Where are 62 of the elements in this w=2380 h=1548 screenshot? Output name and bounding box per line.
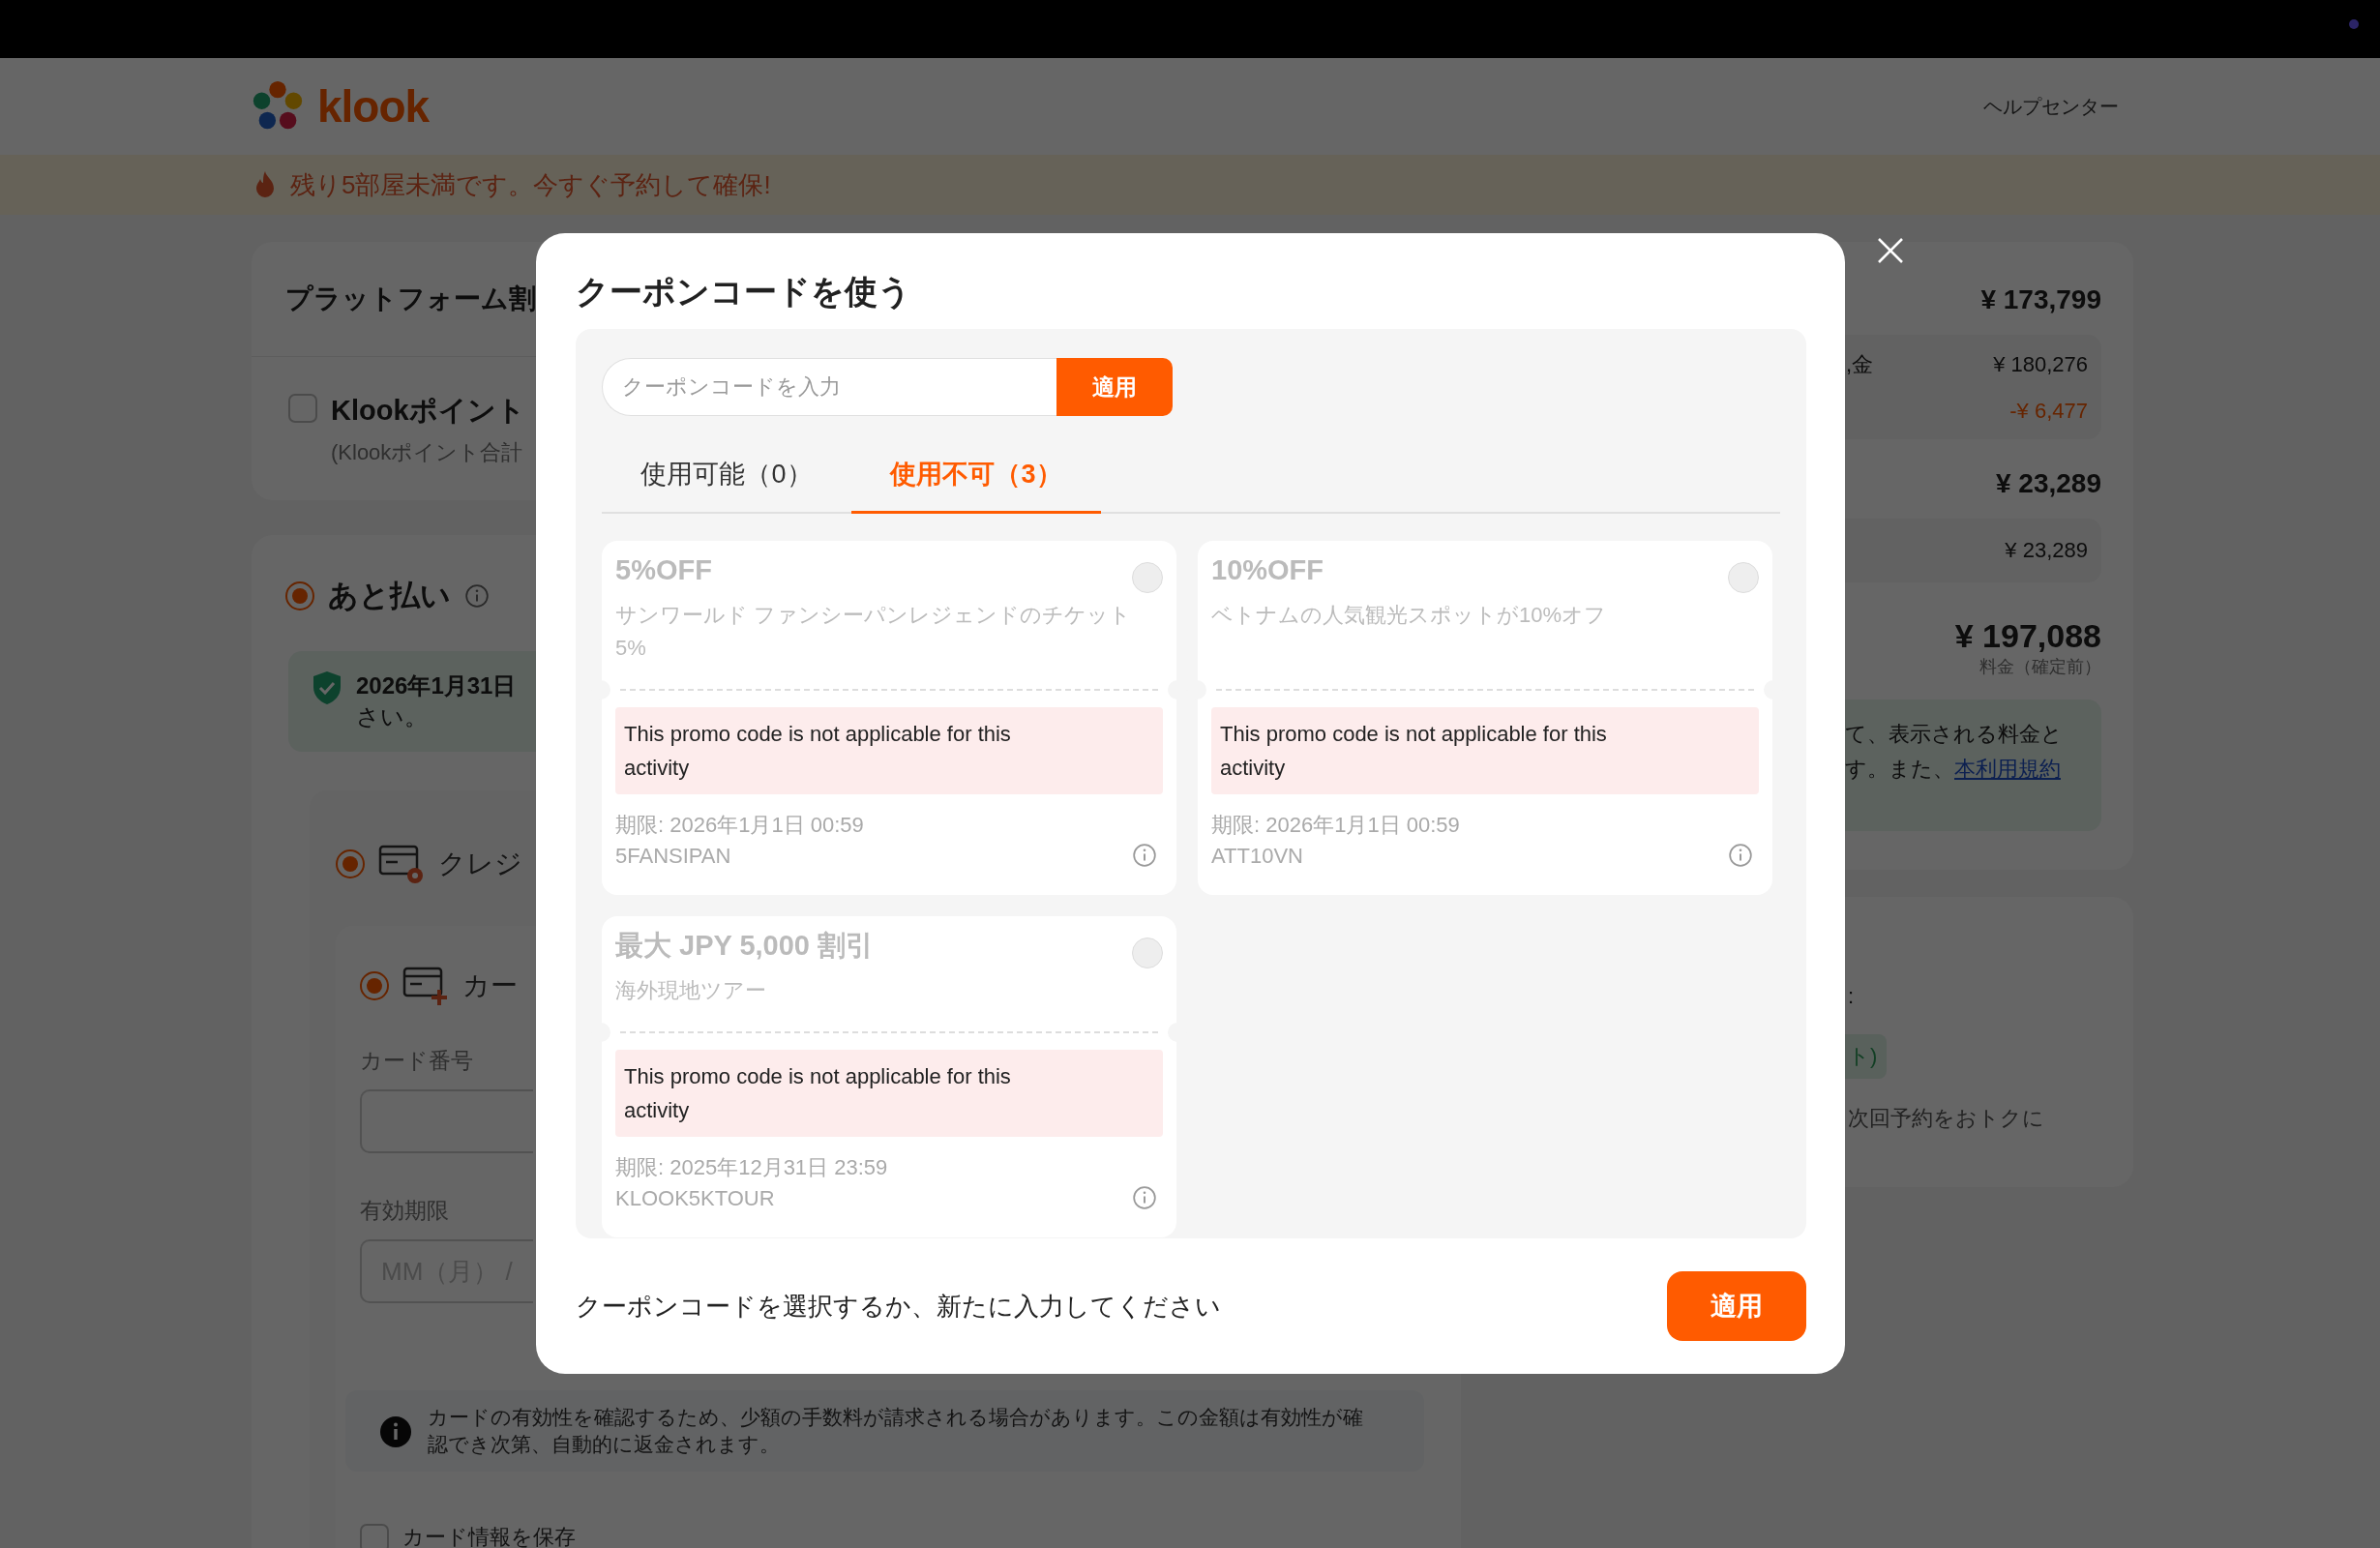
row-label: ,金 [1846, 351, 1874, 378]
option-label: カー [462, 969, 518, 1002]
tab[interactable]: 使用不可（3） [851, 435, 1101, 514]
fire-icon [253, 170, 277, 199]
points-text: 次回予約をおトクに [1848, 1105, 2044, 1132]
status-dot [2349, 19, 2359, 29]
close-icon[interactable] [1877, 237, 1904, 264]
apply-button[interactable]: 適用 [1667, 1271, 1806, 1341]
coupon-description: サンワールド ファンシーパンレジェンドのチケット5% [615, 602, 1133, 662]
error-message: This promo code is not applicable for this activity [615, 707, 1163, 794]
total-amount: ¥ 197,088 [1953, 617, 2101, 655]
help-center-link[interactable]: ヘルプセンター [1983, 93, 2119, 120]
radio-button[interactable] [336, 849, 365, 878]
logo-text[interactable]: klook [317, 80, 430, 133]
banner-text: 残り5部屋未満です。今すぐ予約して確保! [290, 168, 771, 201]
checkbox[interactable] [288, 394, 317, 423]
error-message: This promo code is not applicable for this activity [615, 1050, 1163, 1137]
info-icon[interactable] [1132, 843, 1157, 868]
expiry-text: 期限: 2026年1月1日 00:59 [615, 812, 864, 839]
coupon-input[interactable]: クーポンコードを入力 [602, 358, 1056, 416]
info-text: カードの有効性を確認するため、少額の手数料が請求される場合があります。この金額は有効性が確認でき次第、自動的に返金されます。 [428, 1405, 1364, 1457]
section-title: プラットフォーム割 [285, 283, 536, 315]
option-label: クレジ [438, 848, 522, 880]
terms-link[interactable]: 本利用規約 [1954, 757, 2061, 781]
info-icon[interactable] [464, 583, 490, 609]
checkbox[interactable] [360, 1524, 389, 1548]
hint-text: クーポンコードを選択するか、新たに入力してください [576, 1290, 1221, 1323]
coupon-code: KLOOK5KTOUR [615, 1185, 776, 1212]
option-label: あと払い [328, 578, 451, 614]
coupon-code: 5FANSIPAN [615, 843, 732, 870]
dialog-title: クーポンコードを使う [576, 272, 912, 311]
terms-text: す。また、 [1845, 757, 1954, 781]
notice-text: 2026年1月31日 [356, 671, 517, 700]
info-icon[interactable] [1728, 843, 1753, 868]
info-icon[interactable] [1132, 1185, 1157, 1210]
credit-card-icon [378, 843, 425, 885]
tab[interactable]: 使用可能（0） [602, 435, 851, 514]
label-text: : [1848, 984, 1855, 1009]
expiry-text: 期限: 2026年1月1日 00:59 [1211, 812, 1460, 839]
points-label: Klookポイント [331, 394, 525, 428]
coupon-title: 10%OFF [1211, 553, 1324, 587]
coupon-title: 最大 JPY 5,000 割引 [615, 929, 875, 963]
amount: ¥ 23,289 [1995, 468, 2101, 499]
add-card-icon [402, 965, 449, 1007]
terms-text: て、表示される料金と [1845, 721, 2064, 748]
notice-text: さい。 [356, 702, 429, 731]
radio-button[interactable] [360, 971, 389, 1000]
apply-button[interactable]: 適用 [1056, 358, 1173, 416]
coupon-description: ベトナムの人気観光スポットが10%オフ [1211, 602, 1608, 629]
coupon-code: ATT10VN [1211, 843, 1304, 870]
amount: ¥ 180,276 [1993, 352, 2088, 377]
checkbox-label: カード情報を保存 [402, 1524, 576, 1548]
error-message: This promo code is not applicable for this activity [1211, 707, 1759, 794]
amount: ¥ 23,289 [2004, 538, 2088, 563]
amount: ¥ 173,799 [1979, 284, 2101, 315]
info-icon [379, 1415, 412, 1448]
expiry-text: 期限: 2025年12月31日 23:59 [615, 1154, 888, 1181]
radio-button[interactable] [285, 581, 314, 610]
coupon-description: 海外現地ツアー [615, 977, 767, 1004]
shield-check-icon [312, 670, 342, 705]
discount-amount: -¥ 6,477 [2009, 399, 2088, 424]
coupon-title: 5%OFF [615, 553, 712, 587]
